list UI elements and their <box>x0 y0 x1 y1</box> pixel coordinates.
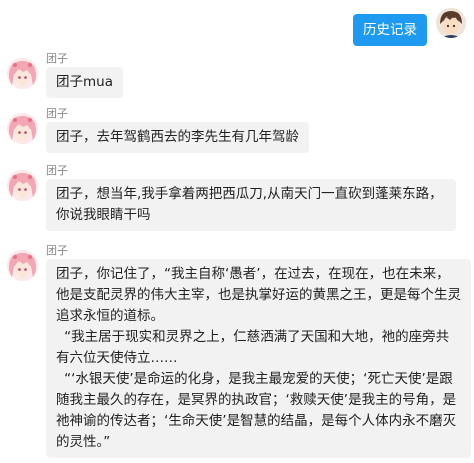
message-paragraph: 团子，你记住了，“我主自称‘愚者’，在过去，在现在，也在未来，他是支配灵界的伟大… <box>56 266 461 324</box>
bot-message: 团子 团子，去年驾鹤西去的李先生有几年驾龄 <box>7 107 309 153</box>
message-bubble: 团子mua <box>46 67 123 98</box>
bot-avatar-icon <box>7 58 38 89</box>
message-paragraph: “‘水银天使’是命运的化身，是我主最宠爱的天使；‘死亡天使’是跟随我主最久的存在… <box>56 371 457 450</box>
sender-name: 团子 <box>46 107 68 120</box>
bot-message: 团子 团子，你记住了，“我主自称‘愚者’，在过去，在现在，也在未来，他是支配灵界… <box>7 244 471 458</box>
bot-avatar-icon <box>7 250 38 281</box>
message-bubble: 团子，去年驾鹤西去的李先生有几年驾龄 <box>46 122 309 153</box>
user-avatar-icon <box>436 8 466 38</box>
sender-name: 团子 <box>46 164 68 177</box>
message-bubble: 团子，你记住了，“我主自称‘愚者’，在过去，在现在，也在未来，他是支配灵界的伟大… <box>46 259 471 458</box>
sender-name: 团子 <box>46 52 68 65</box>
message-text: 团子，想当年,我手拿着两把西瓜刀,从南天门一直砍到蓬莱东路，你说我眼睛干吗 <box>56 186 443 223</box>
bot-avatar-icon <box>7 113 38 144</box>
user-avatar[interactable] <box>436 8 466 38</box>
message-paragraph: “我主居于现实和灵界之上，仁慈洒满了天国和大地，祂的座旁共有六位天使侍立…… <box>56 329 450 366</box>
message-bubble: 团子，想当年,我手拿着两把西瓜刀,从南天门一直砍到蓬莱东路，你说我眼睛干吗 <box>46 179 456 231</box>
bot-avatar[interactable] <box>7 170 38 201</box>
bot-message: 团子 团子mua <box>7 52 123 98</box>
history-button[interactable]: 历史记录 <box>353 14 427 46</box>
message-text: 团子，去年驾鹤西去的李先生有几年驾龄 <box>56 129 299 145</box>
bot-avatar-icon <box>7 170 38 201</box>
user-message-row: 历史记录 <box>353 8 466 46</box>
bot-avatar[interactable] <box>7 113 38 144</box>
bot-message: 团子 团子，想当年,我手拿着两把西瓜刀,从南天门一直砍到蓬莱东路，你说我眼睛干吗 <box>7 164 456 231</box>
bot-avatar[interactable] <box>7 250 38 281</box>
message-text: 团子mua <box>56 74 113 90</box>
sender-name: 团子 <box>46 244 68 257</box>
bot-avatar[interactable] <box>7 58 38 89</box>
